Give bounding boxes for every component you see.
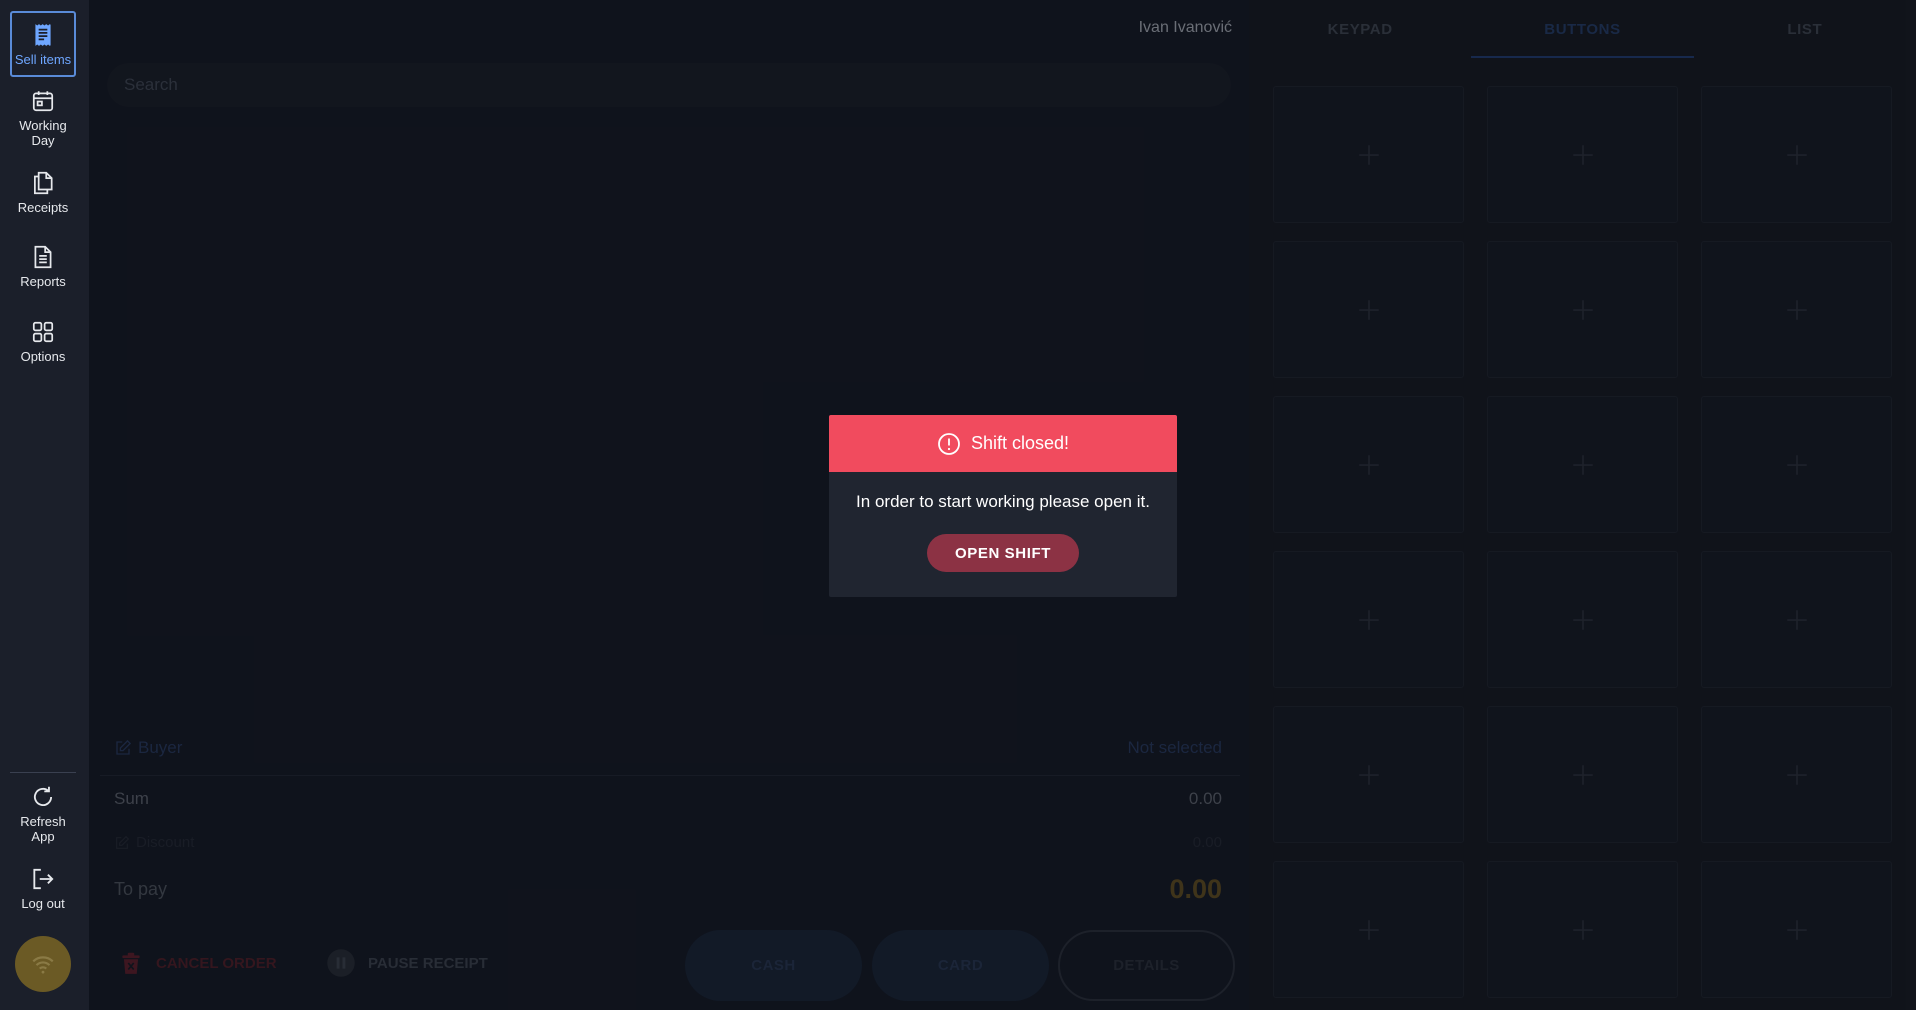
shift-closed-dialog: Shift closed! In order to start working …	[829, 415, 1177, 597]
logout-icon	[33, 868, 54, 890]
dialog-title: Shift closed!	[970, 433, 1070, 453]
sidebar-divider	[10, 772, 76, 773]
sidebar-item-label: Receipts	[17, 200, 69, 215]
sidebar-item-options[interactable]: Options	[10, 319, 76, 364]
sidebar-item-label: Reports	[20, 274, 66, 289]
refresh-app-button[interactable]: Refresh App	[10, 784, 76, 844]
sidebar: Sell items Working Day Receipts Reports	[0, 0, 89, 1010]
refresh-app-label: Refresh App	[20, 814, 66, 844]
dialog-header: Shift closed!	[829, 415, 1177, 472]
wifi-icon	[32, 956, 54, 974]
sidebar-item-sell-items[interactable]: Sell items	[10, 11, 76, 77]
dialog-body: In order to start working please open it…	[829, 472, 1177, 572]
logout-button[interactable]: Log out	[10, 866, 76, 911]
sidebar-item-label: Sell items	[14, 51, 72, 67]
report-icon	[34, 245, 52, 269]
grid-icon	[32, 321, 54, 343]
connection-status[interactable]	[15, 936, 71, 992]
dialog-message: In order to start working please open it…	[856, 492, 1150, 511]
open-shift-button[interactable]: OPEN SHIFT	[927, 534, 1079, 572]
refresh-icon	[33, 786, 53, 806]
documents-icon	[34, 171, 53, 195]
logout-label: Log out	[21, 896, 65, 911]
calendar-icon	[32, 91, 54, 112]
sidebar-item-receipts[interactable]: Receipts	[10, 170, 76, 215]
sidebar-item-label: Options	[20, 349, 66, 364]
alert-circle-icon	[938, 432, 960, 455]
receipt-icon	[35, 23, 51, 46]
sidebar-item-working-day[interactable]: Working Day	[10, 88, 76, 148]
sidebar-item-reports[interactable]: Reports	[10, 244, 76, 289]
sidebar-item-label: Working Day	[19, 118, 67, 148]
